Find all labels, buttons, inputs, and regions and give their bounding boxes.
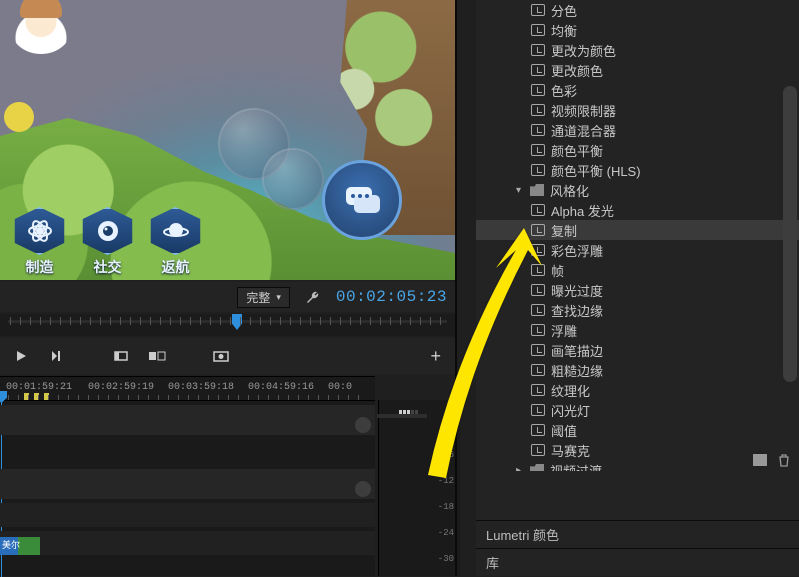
game-character — [10, 0, 72, 54]
timeline-ruler[interactable]: 00:01:59:21 00:02:59:19 00:03:59:18 00:0… — [0, 377, 375, 401]
effect-preset[interactable]: 彩色浮雕 — [476, 240, 799, 260]
preset-icon — [531, 104, 545, 116]
chat-button[interactable] — [322, 160, 402, 240]
preset-icon — [531, 164, 545, 176]
bubble — [262, 148, 324, 210]
preset-icon — [531, 224, 545, 236]
effect-preset[interactable]: 视频限制器 — [476, 100, 799, 120]
effect-preset[interactable]: 复制 — [476, 220, 799, 240]
game-btn-return[interactable]: 返航 — [148, 207, 203, 272]
preset-icon — [531, 304, 545, 316]
mark-in-icon[interactable] — [108, 343, 134, 369]
settings-wrench-icon[interactable] — [300, 284, 326, 310]
game-btn-manufacture[interactable]: 制造 — [12, 207, 67, 272]
eye-icon — [94, 217, 122, 245]
preset-icon — [531, 64, 545, 76]
track-scroll[interactable] — [355, 481, 371, 497]
export-frame-icon[interactable] — [208, 343, 234, 369]
preset-icon — [531, 444, 545, 456]
preset-icon — [531, 404, 545, 416]
preset-icon — [531, 284, 545, 296]
game-btn-social[interactable]: 社交 — [80, 207, 135, 272]
audio-track[interactable] — [0, 503, 375, 527]
effect-preset[interactable]: 帧 — [476, 260, 799, 280]
folder-icon — [530, 184, 544, 196]
effect-folder[interactable]: ▸视频过渡 — [476, 460, 799, 471]
clip[interactable]: 美尔 — [0, 537, 40, 555]
effect-preset[interactable]: 颜色平衡 (HLS) — [476, 160, 799, 180]
step-forward-icon[interactable] — [44, 343, 70, 369]
game-btn-label: 社交 — [94, 259, 122, 275]
effect-preset[interactable]: Alpha 发光 — [476, 200, 799, 220]
preset-icon — [531, 24, 545, 36]
effect-preset[interactable]: 色彩 — [476, 80, 799, 100]
effect-preset[interactable]: 浮雕 — [476, 320, 799, 340]
track-scroll[interactable] — [355, 417, 371, 433]
preset-icon — [531, 324, 545, 336]
resolution-dropdown[interactable]: 完整 ▾ — [237, 287, 290, 308]
chevron-down-icon: ▾ — [516, 185, 528, 196]
effect-preset[interactable]: 均衡 — [476, 20, 799, 40]
effect-preset[interactable]: 分色 — [476, 0, 799, 20]
effect-preset[interactable]: 画笔描边 — [476, 340, 799, 360]
effect-preset[interactable]: 通道混合器 — [476, 120, 799, 140]
effect-preset[interactable]: 闪光灯 — [476, 400, 799, 420]
audio-meter: 0 -6 -12 -18 -24 -30 — [378, 400, 460, 576]
atom-icon — [26, 217, 54, 245]
preset-icon — [531, 84, 545, 96]
effect-folder[interactable]: ▾风格化 — [476, 180, 799, 200]
chevron-down-icon: ▾ — [276, 292, 281, 303]
preset-icon — [531, 44, 545, 56]
effect-preset[interactable]: 颜色平衡 — [476, 140, 799, 160]
effects-tree: 分色均衡更改为颜色更改颜色色彩视频限制器通道混合器颜色平衡颜色平衡 (HLS)▾… — [476, 0, 799, 471]
preview-controls: 完整 ▾ 00:02:05:23 — [0, 282, 455, 312]
effect-preset[interactable]: 阈值 — [476, 420, 799, 440]
preset-icon — [531, 364, 545, 376]
preset-icon — [531, 244, 545, 256]
effect-preset[interactable]: 更改颜色 — [476, 60, 799, 80]
preset-icon — [531, 264, 545, 276]
preview-ruler[interactable] — [0, 314, 455, 336]
effect-preset[interactable]: 查找边缘 — [476, 300, 799, 320]
timeline-panel: 00:01:59:21 00:02:59:19 00:03:59:18 00:0… — [0, 376, 375, 576]
preset-icon — [531, 204, 545, 216]
effect-preset[interactable]: 粗糙边缘 — [476, 360, 799, 380]
effect-preset[interactable]: 纹理化 — [476, 380, 799, 400]
trash-icon[interactable] — [777, 453, 791, 467]
new-bin-icon[interactable] — [753, 454, 767, 466]
audio-track[interactable]: 美尔 — [0, 531, 375, 555]
preset-icon — [531, 384, 545, 396]
folder-icon — [530, 464, 544, 471]
effects-scrollbar[interactable] — [783, 86, 797, 382]
effect-preset[interactable]: 马赛克 — [476, 440, 799, 460]
panel-library[interactable]: 库 — [476, 548, 799, 576]
game-btn-label: 返航 — [162, 259, 190, 275]
preset-icon — [531, 4, 545, 16]
preview-toolbar: + — [0, 338, 455, 374]
saturn-icon — [162, 217, 190, 245]
mark-clip-icon[interactable] — [144, 343, 170, 369]
chevron-right-icon: ▸ — [516, 465, 528, 472]
preset-icon — [531, 144, 545, 156]
preset-icon — [531, 124, 545, 136]
video-track[interactable] — [0, 405, 375, 435]
add-button[interactable]: + — [430, 346, 441, 367]
preset-icon — [531, 424, 545, 436]
panel-lumetri[interactable]: Lumetri 颜色 — [476, 520, 799, 548]
video-track[interactable] — [0, 469, 375, 499]
effect-preset[interactable]: 更改为颜色 — [476, 40, 799, 60]
chat-icon — [342, 180, 382, 220]
timecode[interactable]: 00:02:05:23 — [336, 288, 447, 306]
play-icon[interactable] — [8, 343, 34, 369]
preset-icon — [531, 344, 545, 356]
effect-preset[interactable]: 曝光过度 — [476, 280, 799, 300]
game-btn-label: 制造 — [26, 259, 54, 275]
program-monitor: 制造 社交 返航 — [0, 0, 455, 280]
